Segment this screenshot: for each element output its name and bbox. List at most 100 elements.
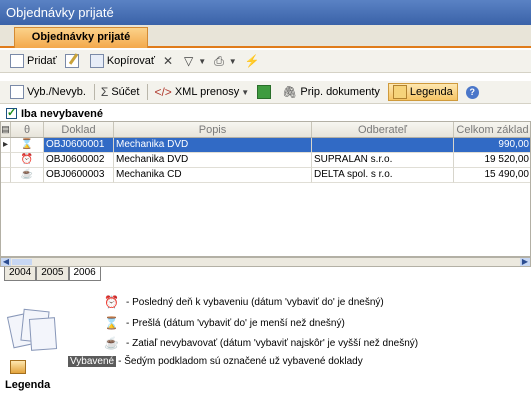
column-popis[interactable]: Popis [114,122,312,137]
resolved-badge: Vybavené [68,356,117,367]
cell-popis: Mechanika DVD [114,138,312,153]
xml-label: XML prenosy [174,86,240,98]
cell-celkom: 19 520,00 [454,153,530,168]
copy-button[interactable]: Kopírovať [89,54,155,68]
coffee-cup-icon: ☕ [11,168,44,183]
separator [93,84,95,100]
row-indicator: ▸ [1,138,11,153]
legend-text: - Posledný deň k vybaveniu (dátum 'vybav… [126,296,384,308]
cell-popis: Mechanika CD [114,168,312,183]
scroll-thumb[interactable] [12,259,32,265]
delete-icon: ✕ [162,54,174,68]
add-label: Pridať [27,55,57,67]
tab-year-2004[interactable]: 2004 [4,267,37,281]
select-toggle-button[interactable]: Vyb./Nevyb. [10,85,86,99]
attachments-label: Prip. dokumenty [300,86,380,98]
wizard-button[interactable]: ⚡ [245,54,263,68]
add-button[interactable]: Pridať [10,54,57,68]
legend-text: - Šedým podkladom sú označené už vybaven… [118,356,363,367]
xml-transfers-button[interactable]: </> XML prenosy ▼ [154,85,249,99]
sum-label: Súčet [111,86,140,98]
unresolved-only-filter[interactable]: Iba nevybavené [0,106,531,121]
orders-grid[interactable]: ▤ θ Doklad Popis Odberateľ Celkom základ… [0,121,531,257]
chevron-down-icon: ▼ [198,56,207,66]
window-title: Objednávky prijaté [0,0,531,25]
print-button[interactable]: ⎙ ▼ [214,54,237,69]
scroll-right-icon[interactable]: ▶ [520,258,530,266]
delete-button[interactable]: ✕ [163,54,176,68]
horizontal-scrollbar[interactable]: ◀ ▶ [0,257,531,267]
indicator-column: ▤ [1,122,11,137]
edit-button[interactable] [64,54,82,68]
cell-odberatel: SUPRALAN s.r.o. [312,153,454,168]
toolbar-main: Pridať Kopírovať ✕ ▽ ▼ ⎙ ▼ ⚡ [0,50,531,73]
edit-icon [64,54,79,68]
expired-clock-icon: ⌛ [11,138,44,153]
sigma-icon: Σ [100,85,109,99]
chevron-down-icon: ▼ [228,56,237,66]
expired-clock-icon: ⌛ [104,316,119,330]
year-tabs: 2004 2005 2006 [4,267,101,281]
cell-celkom: 990,00 [454,138,530,153]
sum-button[interactable]: Σ Súčet [101,85,140,99]
legend-item-expired: ⌛ - Prešlá (dátum 'vybaviť do' je menší … [104,316,345,330]
legend-item-lastday: ⏰ - Posledný deň k vybaveniu (dátum 'vyb… [104,295,384,309]
export-button[interactable] [257,85,274,99]
table-row[interactable]: ▸ ⌛ OBJ0600001 Mechanika DVD 990,00 [1,138,530,153]
paperclip-icon: 🖇 [282,85,298,99]
legend-label: Legenda [409,86,453,98]
select-icon [10,85,24,99]
cell-popis: Mechanika DVD [114,153,312,168]
tab-year-2006[interactable]: 2006 [68,267,101,281]
status-column: θ [11,122,44,137]
legend-item-resolved: Vybavené - Šedým podkladom sú označené u… [68,356,363,367]
legend-text: - Zatiaľ nevybavovať (dátum 'vybaviť naj… [126,337,419,349]
cell-odberatel: DELTA spol. s r.o. [312,168,454,183]
cell-odberatel [312,138,454,153]
alarm-clock-icon: ⏰ [104,295,119,309]
grid-header: ▤ θ Doklad Popis Odberateľ Celkom základ [1,122,530,138]
column-celkom[interactable]: Celkom základ [454,122,530,137]
tab-year-2005[interactable]: 2005 [36,267,69,281]
legend-text: - Prešlá (dátum 'vybaviť do' je menší ne… [126,317,345,329]
new-document-icon [10,54,24,68]
filter-label: Iba nevybavené [21,107,103,120]
cell-celkom: 15 490,00 [454,168,530,183]
xml-icon: </> [154,85,172,99]
filter-checkbox[interactable] [6,106,17,119]
legend-panel-header: Legenda [2,300,68,403]
copy-label: Kopírovať [106,55,155,67]
row-indicator [1,168,11,183]
row-indicator [1,153,11,168]
copy-icon [89,54,104,68]
table-row[interactable]: ☕ OBJ0600003 Mechanika CD DELTA spol. s … [1,168,530,183]
spreadsheet-icon [257,85,272,99]
tab-strip: Objednávky prijaté [0,25,531,48]
separator [147,84,149,100]
table-row[interactable]: ⏰ OBJ0600002 Mechanika DVD SUPRALAN s.r.… [1,153,530,168]
filter-button[interactable]: ▽ ▼ [184,54,206,68]
alarm-clock-icon: ⏰ [11,153,44,168]
filter-icon: ▽ [184,54,194,68]
scroll-left-icon[interactable]: ◀ [1,258,11,266]
documents-icon [6,306,60,352]
legend-icon [10,360,26,374]
print-icon: ⎙ [214,53,224,68]
cell-doklad: OBJ0600003 [44,168,114,183]
legend-button[interactable]: Legenda [387,83,458,101]
attachments-button[interactable]: 🖇 Prip. dokumenty [282,85,380,99]
select-label: Vyb./Nevyb. [27,86,86,98]
help-icon: ? [465,85,479,99]
column-odberatel[interactable]: Odberateľ [312,122,454,137]
wand-icon: ⚡ [244,54,260,68]
legend-title: Legenda [5,379,51,391]
legend-icon [392,85,407,99]
cell-doklad: OBJ0600002 [44,153,114,168]
tab-objednavky-prijate[interactable]: Objednávky prijaté [14,27,148,48]
legend-item-notyet: ☕ - Zatiaľ nevybavovať (dátum 'vybaviť n… [104,336,418,350]
coffee-cup-icon: ☕ [104,336,119,350]
cell-doklad: OBJ0600001 [44,138,114,153]
toolbar-secondary: Vyb./Nevyb. Σ Súčet </> XML prenosy ▼ 🖇 P… [0,81,531,104]
column-doklad[interactable]: Doklad [44,122,114,137]
help-button[interactable]: ? [465,85,479,99]
